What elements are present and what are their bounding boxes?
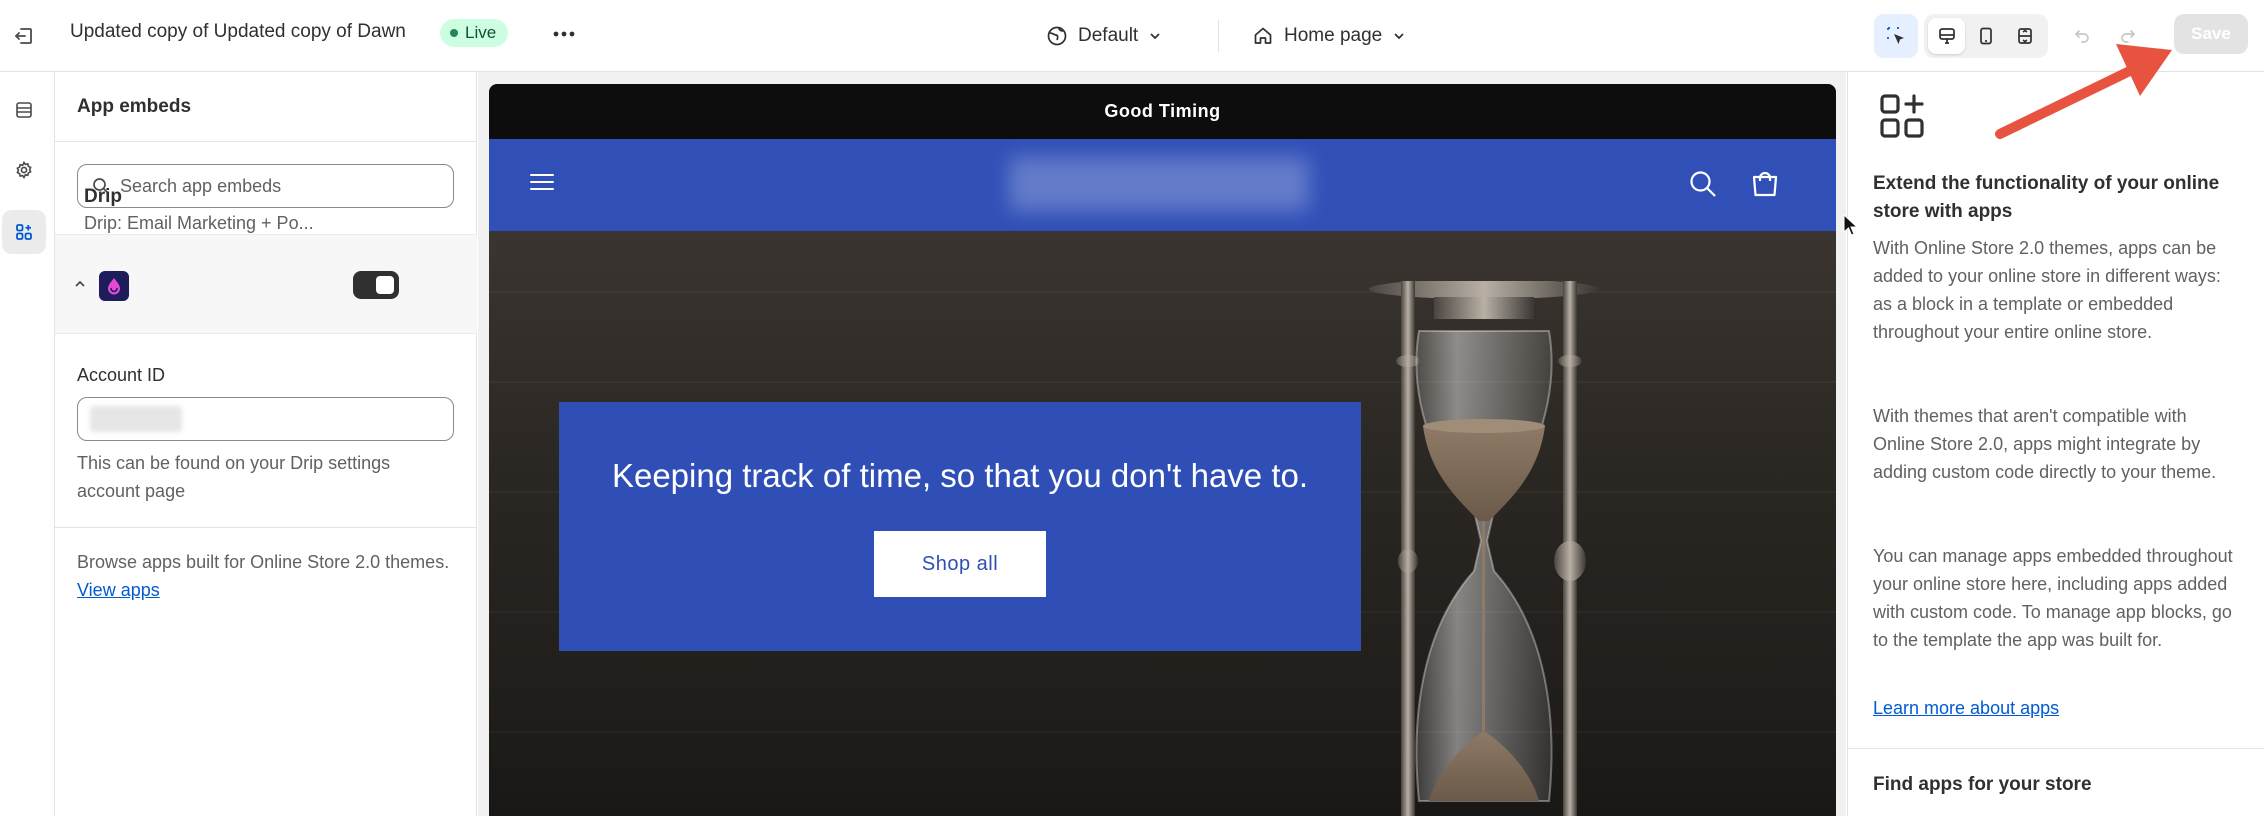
apps-icon xyxy=(16,224,32,240)
page-select[interactable]: Home page xyxy=(1252,18,1406,54)
search-input[interactable] xyxy=(120,175,420,197)
search-app-embeds[interactable] xyxy=(77,164,454,208)
top-bar: Updated copy of Updated copy of Dawn Liv… xyxy=(0,0,2264,72)
sections-nav-button[interactable] xyxy=(2,88,46,132)
app-name: Drip xyxy=(84,186,122,207)
exit-icon[interactable] xyxy=(6,18,42,54)
live-badge: Live xyxy=(440,19,509,47)
live-dot-icon xyxy=(450,29,458,37)
page-select-label: Home page xyxy=(1284,25,1383,46)
app-info-panel: Extend the functionality of your online … xyxy=(1847,72,2264,816)
apps-add-icon xyxy=(1880,94,1924,138)
mouse-cursor-icon xyxy=(1843,214,1858,236)
learn-more-link[interactable]: Learn more about apps xyxy=(1873,698,2059,719)
store-logo-blurred[interactable] xyxy=(1009,157,1309,211)
hero-heading: Keeping track of time, so that you don't… xyxy=(611,457,1309,494)
toggle-knob xyxy=(376,276,394,294)
desktop-icon xyxy=(1938,28,1955,44)
editor-sidebar-rail xyxy=(0,72,55,816)
app-embeds-panel: App embeds xyxy=(55,72,477,816)
sections-icon xyxy=(16,102,32,118)
info-paragraph-1: With Online Store 2.0 themes, apps can b… xyxy=(1873,238,2221,342)
live-label: Live xyxy=(465,23,497,42)
wood-grain xyxy=(489,381,1836,383)
panel-header: App embeds xyxy=(55,72,477,142)
gear-icon xyxy=(16,160,32,180)
chevron-up-icon[interactable] xyxy=(69,273,91,295)
wood-grain xyxy=(489,731,1836,733)
hero-banner[interactable]: Keeping track of time, so that you don't… xyxy=(489,231,1836,816)
store-preview[interactable]: Good Timing Keeping track of time, so th… xyxy=(489,84,1836,816)
divider xyxy=(1848,748,2264,749)
app-embed-row-drip[interactable] xyxy=(55,234,477,334)
app-embed-toggle[interactable] xyxy=(353,271,399,299)
shop-all-button[interactable]: Shop all xyxy=(874,531,1046,597)
hamburger-menu-icon[interactable] xyxy=(527,167,557,197)
find-apps-heading: Find apps for your store xyxy=(1873,774,2092,795)
browse-apps-label: Browse apps built for Online Store 2.0 t… xyxy=(77,552,450,572)
redacted-value xyxy=(90,406,182,432)
theme-settings-nav-button[interactable] xyxy=(2,148,46,192)
panel-title: App embeds xyxy=(77,96,192,117)
theme-setting-select[interactable]: Default xyxy=(1046,18,1162,54)
info-paragraph-3: You can manage apps embedded throughout … xyxy=(1873,546,2233,650)
store-header xyxy=(489,139,1836,231)
cart-icon[interactable] xyxy=(1749,168,1781,200)
annotation-arrow-icon xyxy=(1995,44,2172,139)
theme-name: Updated copy of Updated copy of Dawn xyxy=(70,21,406,42)
drip-logo-icon xyxy=(99,271,129,301)
divider xyxy=(55,527,477,528)
inspector-select-button[interactable] xyxy=(1874,14,1918,58)
chevron-down-icon xyxy=(1150,33,1160,40)
home-icon xyxy=(1254,27,1272,44)
more-actions-icon[interactable] xyxy=(546,16,582,52)
account-id-help: This can be found on your Drip settings … xyxy=(77,453,391,501)
info-title: Extend the functionality of your online … xyxy=(1873,173,2220,222)
browse-apps-text: Browse apps built for Online Store 2.0 t… xyxy=(77,548,454,604)
globe-icon xyxy=(1047,26,1067,46)
account-id-field[interactable] xyxy=(77,397,454,441)
announcement-bar[interactable]: Good Timing xyxy=(489,84,1836,139)
desktop-view-button[interactable] xyxy=(1928,18,1966,54)
app-embeds-nav-button[interactable] xyxy=(2,210,46,254)
view-apps-link[interactable]: View apps xyxy=(77,580,160,600)
app-subtitle: Drip: Email Marketing + Po... xyxy=(84,213,314,233)
theme-setting-label: Default xyxy=(1078,25,1139,46)
search-icon[interactable] xyxy=(1687,168,1719,200)
save-button[interactable]: Save xyxy=(2174,14,2248,54)
wood-grain xyxy=(489,291,1836,293)
hero-text-box: Keeping track of time, so that you don't… xyxy=(559,402,1361,651)
info-paragraph-2: With themes that aren't compatible with … xyxy=(1873,406,2217,482)
divider xyxy=(1218,20,1219,52)
account-id-label: Account ID xyxy=(77,365,166,385)
chevron-down-icon xyxy=(1394,33,1404,40)
select-cursor-icon xyxy=(1887,27,1904,44)
